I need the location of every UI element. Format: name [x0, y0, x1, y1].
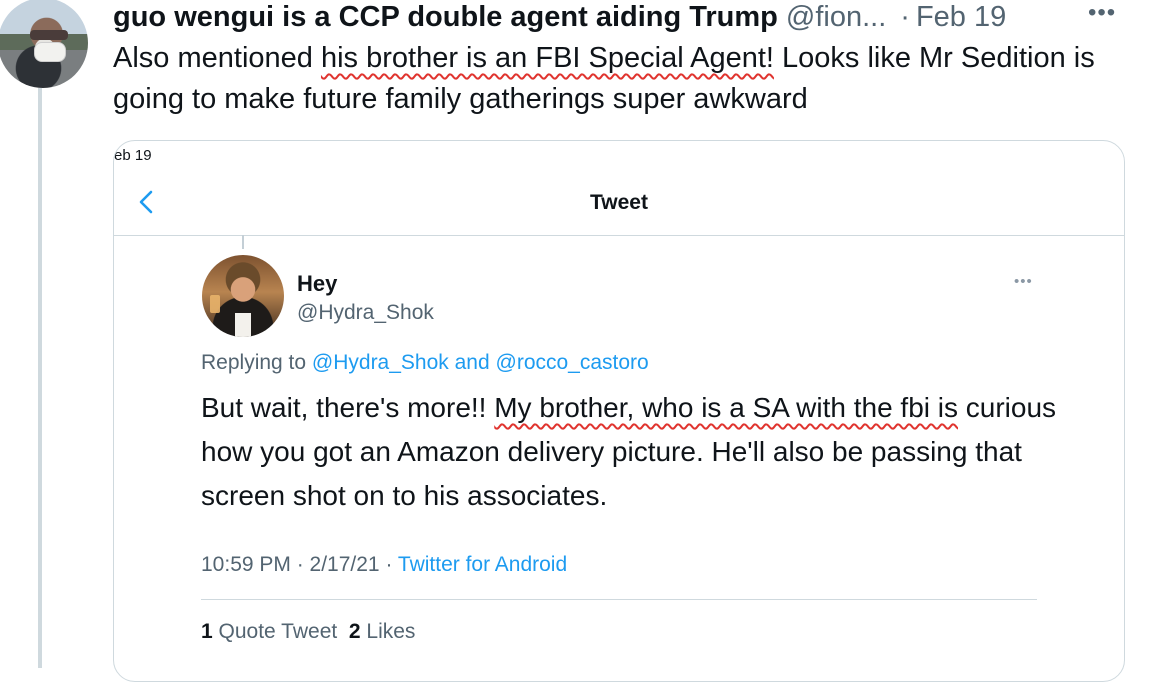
post-header: guo wengui is a CCP double agent aiding …: [113, 0, 1158, 34]
engagement-stats: 1 Quote Tweet 2 Likes: [201, 620, 415, 644]
avatar-sunglasses: [30, 30, 68, 40]
inner-body-highlight: My brother, who is a SA with the fbi is: [494, 392, 958, 423]
replying-to-line: Replying to @Hydra_Shok and @rocco_casto…: [201, 351, 649, 375]
inner-tweet-time[interactable]: 10:59 PM · 2/17/21 ·: [201, 553, 398, 576]
inner-nav-bar: Tweet: [114, 169, 1124, 236]
avatar-shirt: [235, 313, 251, 337]
more-options-icon[interactable]: •••: [1088, 1, 1118, 25]
thread-line: [38, 88, 42, 668]
post-text: Also mentioned his brother is an FBI Spe…: [113, 38, 1143, 120]
reply-and: and: [448, 351, 496, 374]
reply-user-link-1[interactable]: @Hydra_Shok: [312, 351, 449, 374]
like-label: Likes: [360, 620, 416, 643]
reply-user-link-2[interactable]: @rocco_castoro: [496, 351, 649, 374]
post-date[interactable]: Feb 19: [916, 1, 1006, 34]
separator-dot: ·: [900, 0, 910, 33]
replying-prefix: Replying to: [201, 351, 312, 374]
inner-avatar[interactable]: [202, 255, 284, 337]
quote-count: 1: [201, 620, 213, 643]
inner-nav-title: Tweet: [590, 191, 648, 214]
inner-tweet-body: But wait, there's more!! My brother, who…: [201, 386, 1061, 518]
inner-handle[interactable]: @Hydra_Shok: [297, 301, 434, 325]
embedded-screenshot-card[interactable]: eb 19 Tweet Hey @Hydra_Shok ••• Replying…: [113, 140, 1125, 682]
avatar-face-mask: [34, 42, 66, 62]
divider: [201, 599, 1037, 600]
author-handle[interactable]: @fion...: [786, 1, 886, 34]
inner-display-name[interactable]: Hey: [297, 271, 337, 297]
author-avatar[interactable]: [0, 0, 88, 88]
post-text-before: Also mentioned: [113, 42, 321, 74]
inner-body-before: But wait, there's more!!: [201, 392, 495, 423]
quote-label: Quote Tweet: [212, 620, 338, 643]
post-text-highlight: his brother is an FBI Special Agent!: [320, 42, 774, 74]
inner-thread-line: [242, 235, 244, 249]
likes-stat[interactable]: 2 Likes: [349, 620, 416, 643]
source-link[interactable]: Twitter for Android: [398, 553, 567, 576]
partial-date: eb 19: [114, 147, 152, 164]
quote-tweets-stat[interactable]: 1 Quote Tweet: [201, 620, 337, 643]
inner-more-options-icon[interactable]: •••: [1014, 273, 1033, 290]
inner-tweet-meta: 10:59 PM · 2/17/21 · Twitter for Android: [201, 553, 567, 577]
author-name[interactable]: guo wengui is a CCP double agent aiding …: [113, 1, 778, 34]
like-count: 2: [348, 620, 361, 643]
avatar-glass: [210, 295, 220, 313]
